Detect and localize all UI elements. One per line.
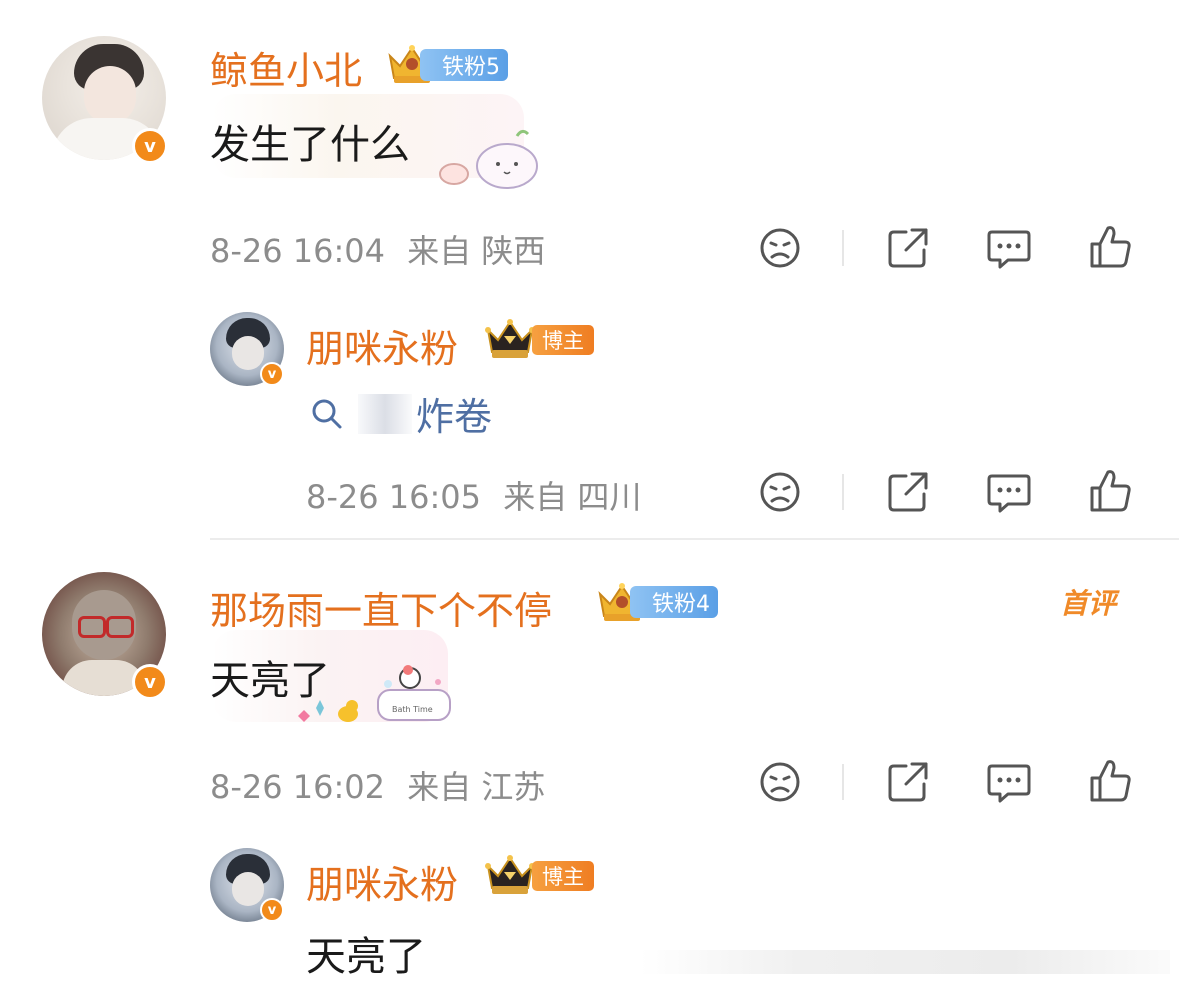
comment-icon[interactable] (986, 226, 1032, 270)
like-icon[interactable] (1088, 756, 1132, 804)
username[interactable]: 鲸鱼小北 (210, 40, 362, 95)
dislike-icon[interactable] (758, 470, 802, 514)
comment-meta: 8-26 16:02 来自 江苏 (210, 762, 545, 808)
verified-v-icon: v (132, 664, 168, 700)
svg-text:Bath Time: Bath Time (392, 705, 433, 714)
like-icon[interactable] (1088, 222, 1132, 270)
verified-v-icon: v (260, 362, 284, 386)
search-link-text: 炸卷 (416, 395, 493, 439)
comment-icon[interactable] (986, 470, 1032, 514)
reply-avatar[interactable]: v (210, 312, 284, 386)
reply-avatar[interactable]: v (210, 848, 284, 922)
owner-badge: 博主 (532, 325, 594, 355)
timestamp: 8-26 16:04 (210, 232, 386, 270)
dislike-icon[interactable] (758, 226, 802, 270)
reply-username[interactable]: 朋咪永粉 (306, 318, 458, 373)
timestamp: 8-26 16:02 (210, 768, 386, 806)
timestamp: 8-26 16:05 (306, 478, 482, 516)
fan-badge[interactable]: 铁粉4 (630, 586, 718, 618)
search-icon (312, 399, 342, 428)
verified-v-icon: v (260, 898, 284, 922)
reply-meta: 8-26 16:05 来自 四川 (306, 472, 641, 518)
fan-badge[interactable]: 铁粉5 (420, 49, 508, 81)
comment-icon[interactable] (986, 760, 1032, 804)
reply-username[interactable]: 朋咪永粉 (306, 854, 458, 909)
dislike-icon[interactable] (758, 760, 802, 804)
like-icon[interactable] (1088, 466, 1132, 514)
action-divider (842, 764, 844, 800)
comment-1: v 鲸鱼小北 铁粉5 发生了什么 8-26 16:04 来自 陕西 v 朋咪永粉… (0, 0, 1179, 540)
bunny-sticker-icon (439, 129, 538, 189)
first-comment-badge: 首评 (1060, 587, 1117, 620)
location: 来自 陕西 (407, 232, 546, 270)
comment-text: 天亮了 (210, 658, 330, 704)
location: 来自 江苏 (407, 768, 546, 806)
location: 来自 四川 (503, 478, 642, 516)
avatar[interactable]: v (42, 572, 168, 700)
crown-icon (485, 319, 535, 358)
comment-text: 发生了什么 (210, 122, 410, 168)
owner-badge: 博主 (532, 861, 594, 891)
blurred-bottom-strip (640, 950, 1170, 974)
comment-2: v 那场雨一直下个不停 铁粉4 首评 Bath Time 天亮了 8-26 16… (0, 540, 1179, 992)
reply-text: 天亮了 (306, 934, 426, 980)
action-divider (842, 230, 844, 266)
action-divider (842, 474, 844, 510)
search-link[interactable]: 炸卷 (310, 386, 492, 441)
comment-meta: 8-26 16:04 来自 陕西 (210, 226, 545, 272)
blurred-segment (358, 393, 412, 434)
verified-v-icon: v (132, 128, 168, 164)
crown-icon (485, 855, 535, 894)
share-icon[interactable] (886, 470, 930, 514)
username[interactable]: 那场雨一直下个不停 (210, 580, 552, 635)
avatar[interactable]: v (42, 36, 168, 164)
share-icon[interactable] (886, 226, 930, 270)
share-icon[interactable] (886, 760, 930, 804)
